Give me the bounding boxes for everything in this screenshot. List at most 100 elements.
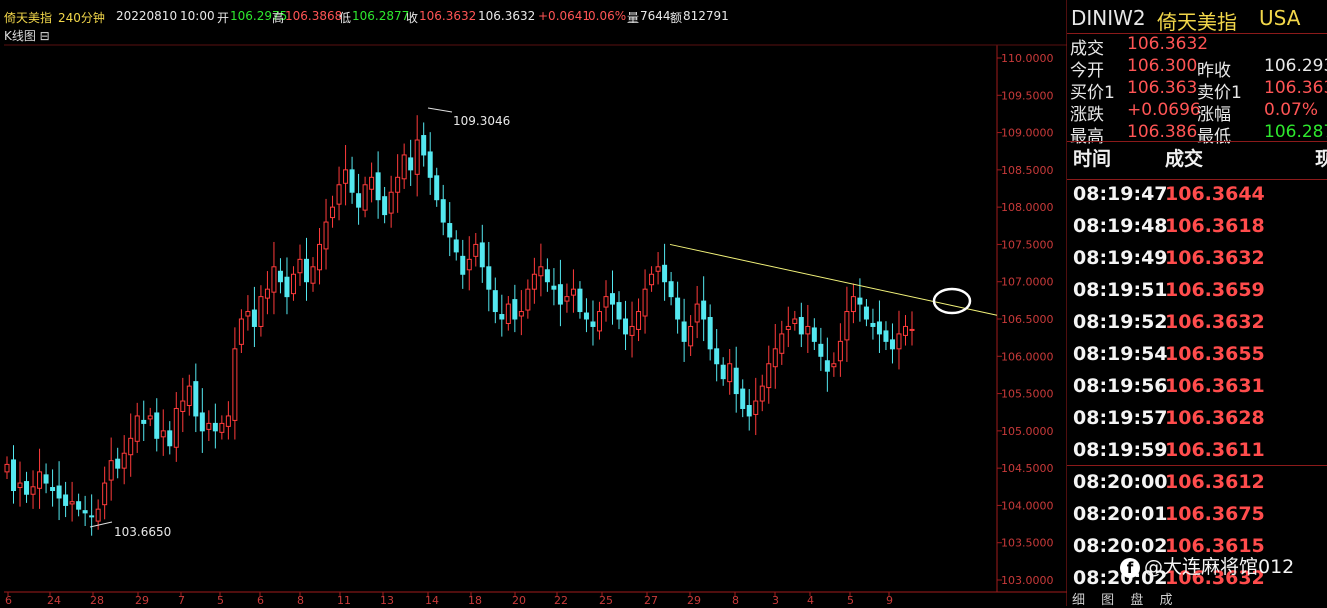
symbol-name: 倚天美指 <box>1157 10 1237 34</box>
candle-body <box>512 299 518 320</box>
x-tick-label: 5 <box>847 594 854 606</box>
low-value: 106.2877 <box>352 9 410 23</box>
watermark-text: @大连麻将馆012 <box>1144 556 1295 578</box>
candle-body <box>583 312 589 320</box>
trade-row: 08:19:56 106.3631 <box>1073 375 1265 397</box>
high-label: 高 <box>272 11 285 25</box>
symbol-market: USA <box>1259 6 1301 30</box>
quote-value: 106.293 <box>1264 56 1327 76</box>
candle-body <box>264 288 270 299</box>
candle-body <box>642 288 648 317</box>
candle-body <box>577 288 583 313</box>
panel-tabs[interactable]: 细 图 盘 成 <box>1072 589 1184 608</box>
y-tick-label: 106.0000 <box>1001 350 1054 363</box>
candle-body <box>616 302 622 320</box>
candle-body <box>596 311 602 332</box>
x-tick-label: 25 <box>599 594 613 606</box>
candle-body <box>603 296 609 308</box>
x-tick-label: 9 <box>886 594 893 606</box>
candle-body <box>284 276 290 298</box>
trade-row: 08:20:00 106.3612 <box>1073 471 1265 493</box>
candle-body <box>850 296 856 313</box>
y-tick-label: 109.5000 <box>1001 89 1054 102</box>
candle-body <box>779 333 785 354</box>
candle-body <box>173 407 179 448</box>
candle-body <box>271 266 277 293</box>
candle-body <box>43 474 49 484</box>
trade-header-extra: 现 <box>1315 148 1327 170</box>
candle-body <box>37 471 43 489</box>
trend-line <box>669 243 998 316</box>
trade-time: 08:19:48 <box>1073 215 1168 237</box>
quote-value: 106.3632 <box>1127 34 1209 54</box>
price-chart[interactable]: 110.0000 109.5000 109.0000 108.5000 108.0000… <box>0 0 1067 606</box>
candle-body <box>759 385 765 402</box>
candle-body <box>889 339 895 350</box>
candle-body <box>785 325 791 330</box>
candle-body <box>557 284 563 305</box>
candle-body <box>154 412 160 439</box>
panel-divider <box>1067 179 1327 180</box>
quote-value: +0.0696 <box>1127 100 1201 120</box>
candle-body <box>551 285 557 290</box>
quote-value: 106.386 <box>1127 122 1198 142</box>
last-value: 106.3632 <box>478 9 536 23</box>
candle-body <box>349 169 355 193</box>
candle-body <box>805 325 811 335</box>
candle-body <box>629 325 635 336</box>
candle-body <box>375 172 381 201</box>
candle-body <box>310 266 316 284</box>
y-tick-label: 108.5000 <box>1001 164 1054 177</box>
period-label: 240分钟 <box>58 11 105 25</box>
candle-body <box>466 258 472 271</box>
x-tick-label: 5 <box>217 594 224 606</box>
bar-time: 10:00 <box>180 9 215 23</box>
y-tick-label: 107.0000 <box>1001 276 1054 289</box>
candle-body <box>238 318 244 345</box>
trade-price: 106.3631 <box>1165 375 1265 397</box>
high-marker-line <box>427 107 453 113</box>
candle-body <box>896 333 902 350</box>
candle-body <box>89 515 95 518</box>
candle-body <box>50 487 56 492</box>
candle-body <box>447 223 453 238</box>
trade-time: 08:20:00 <box>1073 471 1168 493</box>
trade-row: 08:19:57 106.3628 <box>1073 407 1265 429</box>
symbol-code: DINIW2 <box>1071 6 1146 30</box>
chart-type-label[interactable]: K线图 ⊟ <box>4 27 50 44</box>
candle-body <box>649 273 655 286</box>
candle-body <box>564 296 570 302</box>
panel-divider <box>1067 465 1327 466</box>
candle-body <box>193 381 199 417</box>
candle-body <box>401 154 407 180</box>
candle-body <box>772 348 778 368</box>
y-tick-label: 104.5000 <box>1001 462 1054 475</box>
trade-price: 106.3632 <box>1165 311 1265 333</box>
candle-body <box>317 243 323 271</box>
candle-body <box>902 325 908 336</box>
candle-body <box>69 501 75 505</box>
candle-body <box>798 317 804 335</box>
trade-row: 08:19:52 106.3632 <box>1073 311 1265 333</box>
quote-value: 106.300 <box>1127 56 1198 76</box>
candle-body <box>453 239 459 253</box>
candle-body <box>297 258 303 274</box>
candle-body <box>277 270 283 283</box>
candle-body <box>675 297 681 320</box>
y-tick-label: 107.5000 <box>1001 238 1054 251</box>
x-tick-label: 20 <box>512 594 526 606</box>
candle-body <box>121 452 127 469</box>
trade-time: 08:19:49 <box>1073 247 1168 269</box>
candle-body <box>336 184 342 205</box>
candle-body <box>245 311 251 317</box>
trade-price: 106.3612 <box>1165 471 1265 493</box>
candle-body <box>4 463 10 473</box>
open-label: 开 <box>217 11 230 25</box>
x-tick-label: 29 <box>687 594 701 606</box>
candle-body <box>636 311 642 330</box>
candle-body <box>746 405 752 417</box>
candle-body <box>863 306 869 320</box>
y-tick-label: 110.0000 <box>1001 52 1054 65</box>
x-tick-label: 28 <box>90 594 104 606</box>
low-label: 低 <box>339 11 352 25</box>
